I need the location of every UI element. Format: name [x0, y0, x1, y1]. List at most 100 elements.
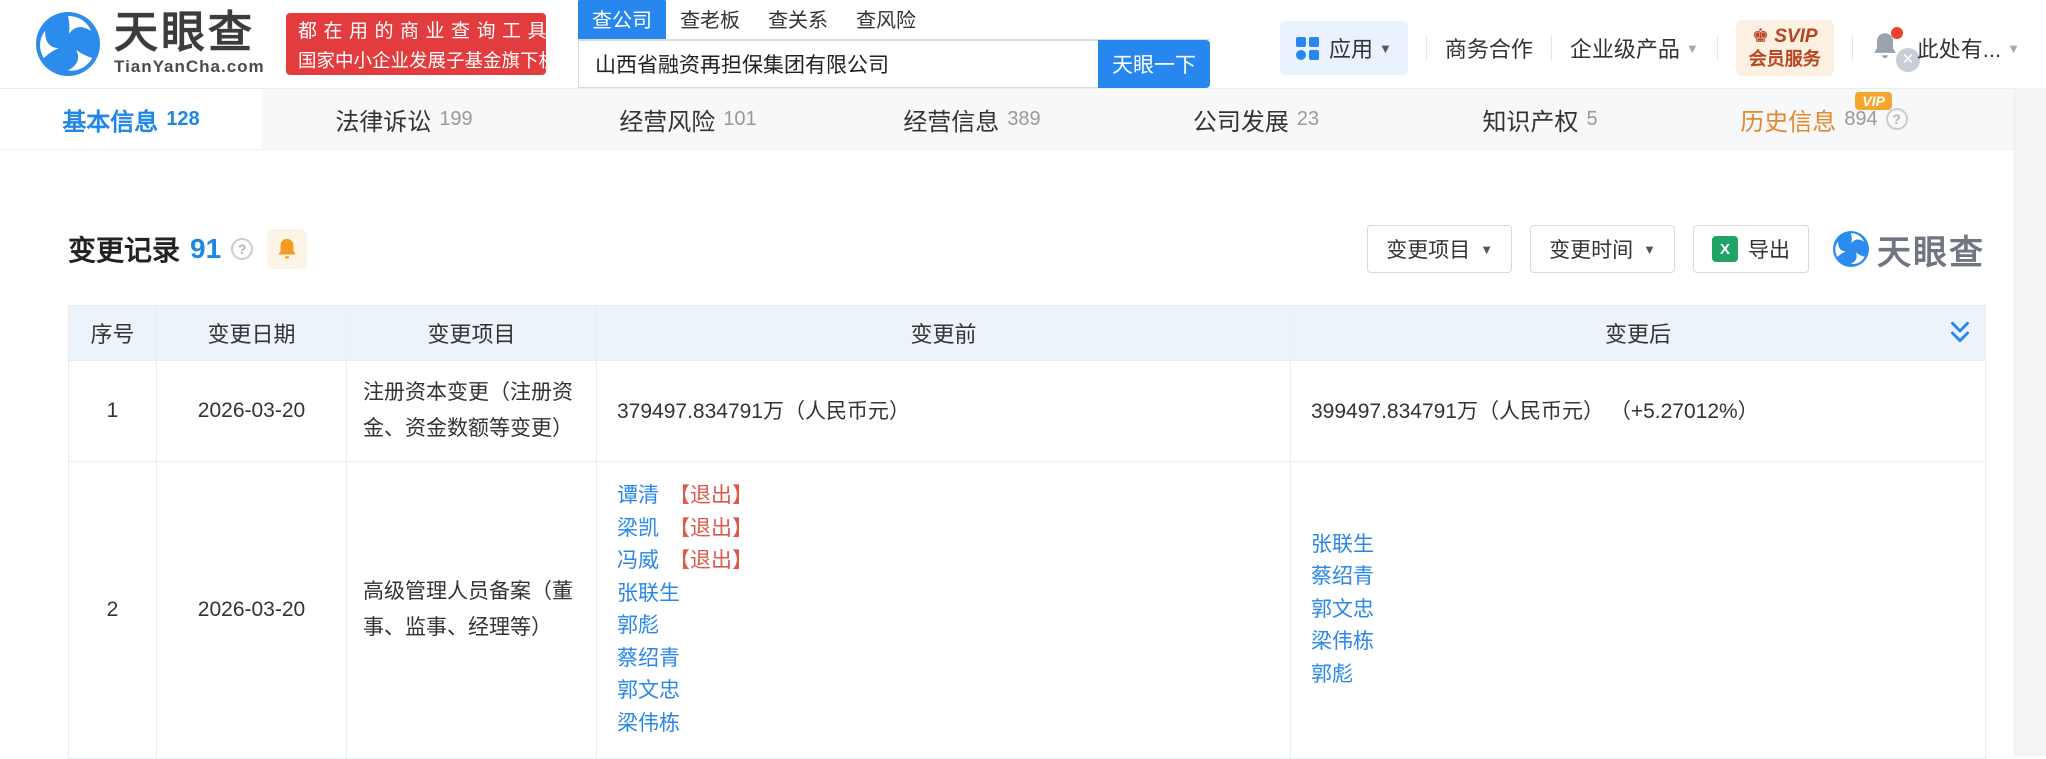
- search-tab[interactable]: 查老板: [666, 0, 754, 39]
- name-list: 谭清【退出】梁凯【退出】冯威【退出】张联生郭彪蔡绍青郭文忠梁伟栋: [617, 480, 1270, 740]
- table-row: 12026-03-20注册资本变更（注册资金、资金数额等变更）379497.83…: [69, 361, 1986, 462]
- person-link[interactable]: 郭彪: [1311, 663, 1353, 686]
- promo-banner: 都在用的商业查询工具 国家中小企业发展子基金旗下机构: [286, 13, 546, 75]
- tab-count: 128: [166, 108, 199, 131]
- promo-line1: 都在用的商业查询工具: [298, 16, 534, 43]
- nav-business-coop[interactable]: 商务合作: [1445, 32, 1533, 64]
- logo-title: 天眼查: [114, 11, 265, 55]
- watermark-text: 天眼查: [1877, 225, 1985, 274]
- nav-enterprise-products[interactable]: 企业级产品 ▼: [1570, 32, 1699, 64]
- tab-经营风险[interactable]: 经营风险101: [546, 89, 830, 149]
- list-item: 郭彪: [617, 610, 1270, 643]
- section-count: 91: [190, 233, 221, 265]
- tab-label: 法律诉讼: [335, 102, 431, 137]
- list-item: 梁伟栋: [1311, 626, 1965, 659]
- col-item: 变更项目: [347, 306, 597, 361]
- list-item: 冯威【退出】: [617, 545, 1270, 578]
- apps-grid-icon: [1296, 37, 1319, 60]
- person-link[interactable]: 梁凯: [617, 517, 659, 540]
- person-link[interactable]: 郭文忠: [1311, 598, 1374, 621]
- chevron-down-icon: ▼: [2007, 41, 2020, 56]
- filter-change-item-button[interactable]: 变更项目▼: [1367, 225, 1512, 273]
- tab-经营信息[interactable]: 经营信息389: [830, 89, 1114, 149]
- cell-no: 1: [69, 361, 157, 462]
- search-button[interactable]: 天眼一下: [1098, 40, 1210, 88]
- cell-item: 高级管理人员备案（董事、监事、经理等）: [347, 462, 597, 759]
- svip-membership[interactable]: ♚ SVIP 会员服务: [1736, 20, 1834, 76]
- search-tab[interactable]: 查公司: [578, 0, 666, 39]
- chevron-down-icon: ▼: [1643, 242, 1656, 257]
- tab-count: 389: [1007, 108, 1040, 131]
- cell-after: 399497.834791万（人民币元） （+5.27012%）: [1291, 361, 1986, 462]
- person-link[interactable]: 郭彪: [617, 614, 659, 637]
- subscribe-bell-icon[interactable]: [267, 229, 307, 269]
- person-link[interactable]: 梁伟栋: [617, 712, 680, 735]
- search-input[interactable]: [578, 40, 1098, 88]
- change-record-table: 序号 变更日期 变更项目 变更前 变更后 12026-03-20注册资本变更（注…: [68, 305, 1986, 759]
- person-link[interactable]: 蔡绍青: [617, 647, 680, 670]
- tab-知识产权[interactable]: 知识产权5: [1398, 89, 1682, 149]
- list-item: 郭文忠: [617, 675, 1270, 708]
- cell-before: 谭清【退出】梁凯【退出】冯威【退出】张联生郭彪蔡绍青郭文忠梁伟栋: [597, 462, 1291, 759]
- user-menu[interactable]: 此处有... ▼: [1917, 32, 2020, 64]
- excel-icon: X: [1712, 236, 1738, 262]
- tab-法律诉讼[interactable]: 法律诉讼199: [262, 89, 546, 149]
- section-actions: 变更项目▼ 变更时间▼ X 导出 天眼查: [1367, 225, 1985, 274]
- col-no: 序号: [69, 306, 157, 361]
- tianyancha-logo[interactable]: 天眼查 TianYanCha.com: [36, 11, 265, 77]
- section-title: 变更记录: [68, 229, 180, 269]
- promo-line2: 国家中小企业发展子基金旗下机构: [298, 47, 534, 73]
- table-row: 22026-03-20高级管理人员备案（董事、监事、经理等）谭清【退出】梁凯【退…: [69, 462, 1986, 759]
- person-link[interactable]: 蔡绍青: [1311, 565, 1374, 588]
- vip-badge: VIP: [1855, 92, 1892, 110]
- person-link[interactable]: 张联生: [617, 582, 680, 605]
- logo-swirl-icon: [36, 12, 100, 76]
- apps-menu[interactable]: 应用 ▼: [1280, 21, 1408, 75]
- enterprise-label: 企业级产品: [1570, 32, 1680, 64]
- chevron-down-icon: ▼: [1686, 41, 1699, 56]
- list-item: 梁伟栋: [617, 708, 1270, 741]
- person-link[interactable]: 郭文忠: [617, 679, 680, 702]
- tab-label: 公司发展: [1193, 102, 1289, 137]
- watermark-swirl-icon: [1833, 231, 1869, 267]
- scrollbar-track[interactable]: [2014, 88, 2046, 756]
- help-icon[interactable]: ?: [231, 238, 253, 260]
- name-list: 张联生蔡绍青郭文忠梁伟栋郭彪: [1311, 529, 1965, 692]
- filter-change-time-button[interactable]: 变更时间▼: [1530, 225, 1675, 273]
- search-tab[interactable]: 查关系: [754, 0, 842, 39]
- apps-label: 应用: [1329, 32, 1373, 64]
- cell-before: 379497.834791万（人民币元）: [597, 361, 1291, 462]
- tab-label: 经营风险: [619, 102, 715, 137]
- user-label: 此处有...: [1917, 32, 2001, 64]
- person-link[interactable]: 冯威: [617, 549, 659, 572]
- svip-line1: ♚ SVIP: [1749, 26, 1821, 48]
- table-body: 12026-03-20注册资本变更（注册资金、资金数额等变更）379497.83…: [69, 361, 1986, 759]
- chevron-down-icon: ▼: [1379, 41, 1392, 56]
- tab-bar: 基本信息128法律诉讼199经营风险101经营信息389公司发展23知识产权5历…: [0, 88, 2014, 150]
- col-date: 变更日期: [157, 306, 347, 361]
- list-item: 蔡绍青: [1311, 561, 1965, 594]
- person-link[interactable]: 谭清: [617, 484, 659, 507]
- cell-after: 张联生蔡绍青郭文忠梁伟栋郭彪: [1291, 462, 1986, 759]
- tab-label: 历史信息: [1740, 102, 1836, 137]
- search-box: 天眼一下: [578, 40, 1210, 88]
- list-item: 谭清【退出】: [617, 480, 1270, 513]
- svip-line2: 会员服务: [1749, 48, 1821, 70]
- exit-tag: 【退出】: [669, 549, 753, 572]
- expand-all-icon[interactable]: [1947, 320, 1973, 346]
- tab-历史信息[interactable]: 历史信息894VIP?: [1682, 89, 1966, 149]
- search-tab[interactable]: 查风险: [842, 0, 930, 39]
- tab-label: 基本信息: [62, 102, 158, 137]
- person-link[interactable]: 张联生: [1311, 533, 1374, 556]
- notification-bell-icon[interactable]: [1871, 31, 1899, 66]
- help-icon[interactable]: ?: [1886, 108, 1908, 130]
- person-link[interactable]: 梁伟栋: [1311, 630, 1374, 653]
- list-item: 梁凯【退出】: [617, 513, 1270, 546]
- divider: [1852, 35, 1853, 61]
- tab-公司发展[interactable]: 公司发展23: [1114, 89, 1398, 149]
- tab-label: 知识产权: [1482, 102, 1578, 137]
- tab-基本信息[interactable]: 基本信息 128: [0, 89, 262, 149]
- col-after: 变更后: [1291, 306, 1986, 361]
- list-item: 郭彪: [1311, 659, 1965, 692]
- export-button[interactable]: X 导出: [1693, 225, 1809, 273]
